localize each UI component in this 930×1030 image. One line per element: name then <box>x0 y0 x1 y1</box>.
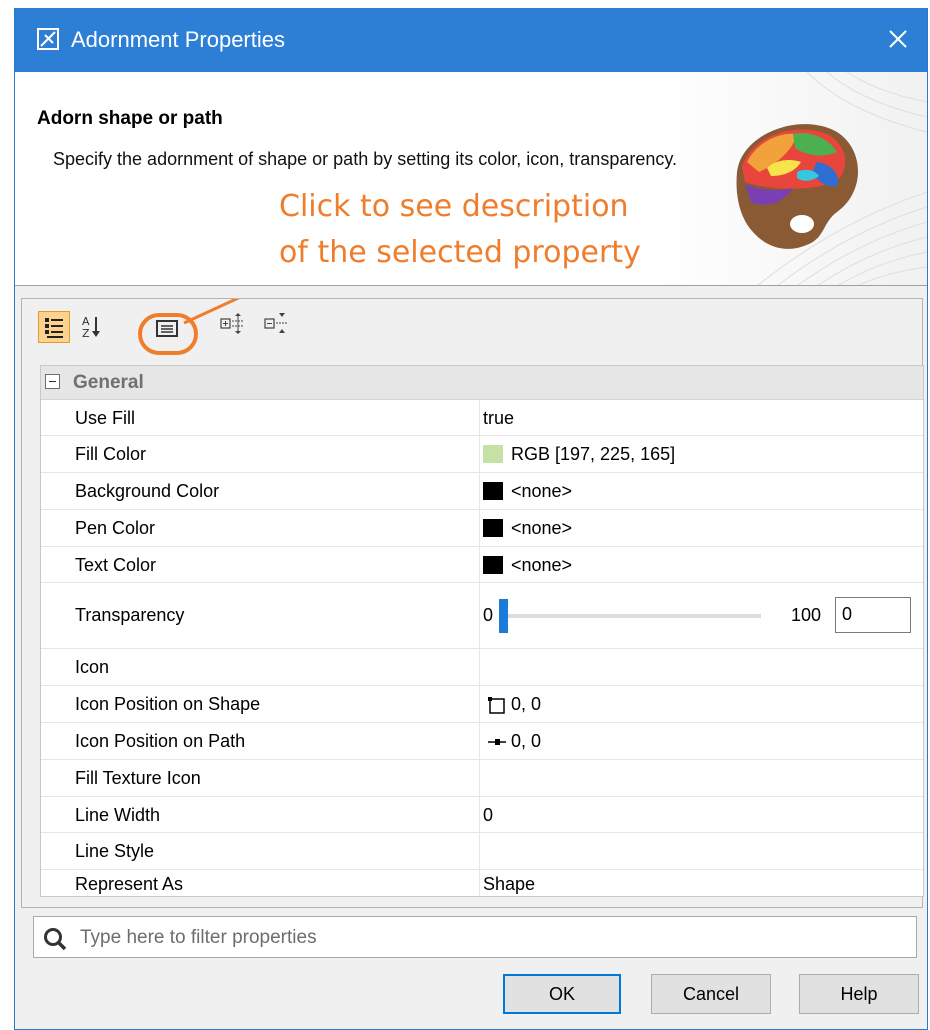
sort-alphabetical-icon: A Z <box>82 315 100 340</box>
collapse-all-button[interactable] <box>262 311 294 343</box>
slider-min-label: 0 <box>483 605 494 625</box>
property-name: Icon Position on Shape <box>75 694 261 714</box>
property-name: Fill Texture Icon <box>75 768 201 788</box>
filter-placeholder: Type here to filter properties <box>80 927 317 948</box>
group-collapse-toggle[interactable] <box>45 374 60 389</box>
property-row-icon-position-on-shape[interactable]: Icon Position on Shape 0, 0 <box>41 686 923 723</box>
property-value: Shape <box>483 874 536 894</box>
property-name: Pen Color <box>75 518 156 538</box>
color-swatch <box>483 445 503 463</box>
group-label: General <box>73 372 144 393</box>
show-description-button[interactable] <box>152 314 184 346</box>
property-value: RGB [197, 225, 165] <box>511 444 676 464</box>
title-bar: Adornment Properties <box>15 8 927 72</box>
property-row-fill-color[interactable]: Fill Color RGB [197, 225, 165] <box>41 436 923 473</box>
property-value: <none> <box>511 481 573 501</box>
transparency-value-input[interactable]: 0 <box>835 597 911 633</box>
property-name: Line Width <box>75 805 161 825</box>
property-row-text-color[interactable]: Text Color <none> <box>41 547 923 583</box>
property-value: 0, 0 <box>511 694 542 714</box>
adornment-properties-dialog: Adornment Properties Adorn shape or path… <box>14 8 928 1030</box>
property-value: <none> <box>511 518 573 538</box>
property-grid: General Use Fill true Fill Color RGB [19… <box>40 365 924 897</box>
property-name: Use Fill <box>75 408 136 428</box>
property-value: <none> <box>511 555 573 575</box>
property-row-represent-as[interactable]: Represent As Shape <box>41 870 923 896</box>
property-row-line-style[interactable]: Line Style <box>41 833 923 870</box>
ok-button[interactable]: OK <box>503 974 621 1014</box>
sort-alphabetically-button[interactable]: A Z <box>76 311 108 343</box>
annotation-callout: Click to see description of the selected… <box>279 184 641 276</box>
property-name: Text Color <box>75 555 157 575</box>
property-value: true <box>483 408 515 428</box>
svg-text:Z: Z <box>82 327 90 340</box>
property-row-icon[interactable]: Icon <box>41 649 923 686</box>
categorized-view-button[interactable] <box>38 311 70 343</box>
palette-icon <box>736 72 927 285</box>
color-swatch <box>483 556 503 574</box>
dialog-header: Adorn shape or path Specify the adornmen… <box>15 72 927 286</box>
properties-panel: A Z General Use Fill true Fill Color RGB… <box>21 298 924 908</box>
close-icon <box>889 30 907 48</box>
expand-all-button[interactable] <box>218 311 250 343</box>
color-swatch <box>483 482 503 500</box>
transparency-slider-track[interactable] <box>501 614 761 618</box>
filter-properties-input[interactable]: Type here to filter properties <box>33 916 917 958</box>
path-point-icon <box>488 739 506 745</box>
expand-all-icon <box>220 313 244 334</box>
property-name: Icon Position on Path <box>75 731 246 751</box>
property-value: 0, 0 <box>511 731 542 751</box>
property-row-line-width[interactable]: Line Width 0 <box>41 797 923 833</box>
window-title: Adornment Properties <box>71 27 285 52</box>
properties-toolbar: A Z <box>22 299 922 353</box>
help-button[interactable]: Help <box>799 974 919 1014</box>
property-row-fill-texture-icon[interactable]: Fill Texture Icon <box>41 760 923 797</box>
property-row-icon-position-on-path[interactable]: Icon Position on Path 0, 0 <box>41 723 923 760</box>
property-row-transparency[interactable]: Transparency 0 100 0 <box>41 583 923 649</box>
property-name: Fill Color <box>75 444 147 464</box>
property-row-background-color[interactable]: Background Color <none> <box>41 473 923 510</box>
property-row-use-fill[interactable]: Use Fill true <box>41 400 923 436</box>
property-value: 0 <box>483 805 494 825</box>
cancel-button[interactable]: Cancel <box>651 974 771 1014</box>
group-general: General <box>41 366 923 400</box>
search-icon <box>44 928 67 951</box>
header-title: Adorn shape or path <box>37 108 223 129</box>
collapse-all-icon <box>264 313 288 333</box>
property-name: Represent As <box>75 874 184 894</box>
property-row-pen-color[interactable]: Pen Color <none> <box>41 510 923 547</box>
color-swatch <box>483 519 503 537</box>
header-description: Specify the adornment of shape or path b… <box>53 149 678 169</box>
slider-max-label: 100 <box>791 605 822 625</box>
close-button[interactable] <box>873 8 923 72</box>
property-name: Background Color <box>75 481 220 501</box>
annotation-line-1: Click to see description <box>279 189 629 224</box>
property-name: Icon <box>75 657 110 677</box>
property-name: Transparency <box>75 605 185 625</box>
categorized-view-icon <box>45 318 63 338</box>
dialog-app-icon <box>37 28 59 50</box>
show-description-icon <box>156 320 178 337</box>
shape-corner-icon <box>488 697 505 714</box>
property-name: Line Style <box>75 841 155 861</box>
transparency-slider-thumb[interactable] <box>499 599 508 633</box>
annotation-line-2: of the selected property <box>279 235 641 270</box>
